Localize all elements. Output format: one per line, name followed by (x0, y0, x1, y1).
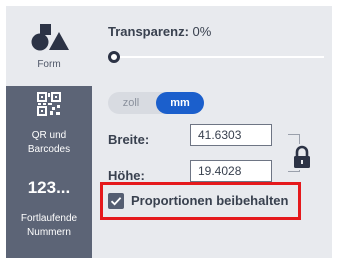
sidebar-item-label: Form (37, 59, 61, 70)
transparency-slider-thumb[interactable] (108, 51, 120, 63)
sidebar-item-label: QR und Barcodes (27, 130, 71, 155)
transparency-value: 0% (192, 24, 212, 39)
height-input[interactable] (190, 160, 272, 182)
unit-toggle[interactable]: zoll mm (108, 92, 204, 114)
sidebar-item-qr[interactable]: QR und Barcodes (6, 86, 92, 172)
keep-proportions-row[interactable]: Proportionen beibehalten (100, 182, 301, 220)
width-label: Breite: (108, 132, 150, 147)
sidebar-item-label: Fortlaufende Nummern (20, 213, 78, 238)
transparency-slider-track[interactable] (112, 56, 324, 58)
shapes-icon (31, 24, 69, 51)
properties-panel: Transparenz: 0% zoll mm Breite: Höhe: Pr… (92, 6, 332, 258)
keep-proportions-label: Proportionen beibehalten (131, 193, 289, 208)
sidebar: Form QR und Barcodes 123... Fortlaufende… (6, 6, 92, 258)
sidebar-item-form[interactable]: Form (6, 6, 92, 86)
unit-option-mm[interactable]: mm (156, 92, 204, 114)
lock-icon[interactable] (292, 144, 312, 170)
unit-option-zoll[interactable]: zoll (108, 92, 154, 114)
sidebar-item-numbers[interactable]: 123... Fortlaufende Nummern (6, 172, 92, 258)
transparency-label: Transparenz: 0% (108, 24, 212, 39)
qr-code-icon (37, 92, 61, 116)
height-label: Höhe: (108, 168, 145, 183)
keep-proportions-checkbox[interactable] (108, 193, 124, 209)
numbers-icon: 123... (27, 178, 71, 197)
width-input[interactable] (190, 124, 272, 146)
